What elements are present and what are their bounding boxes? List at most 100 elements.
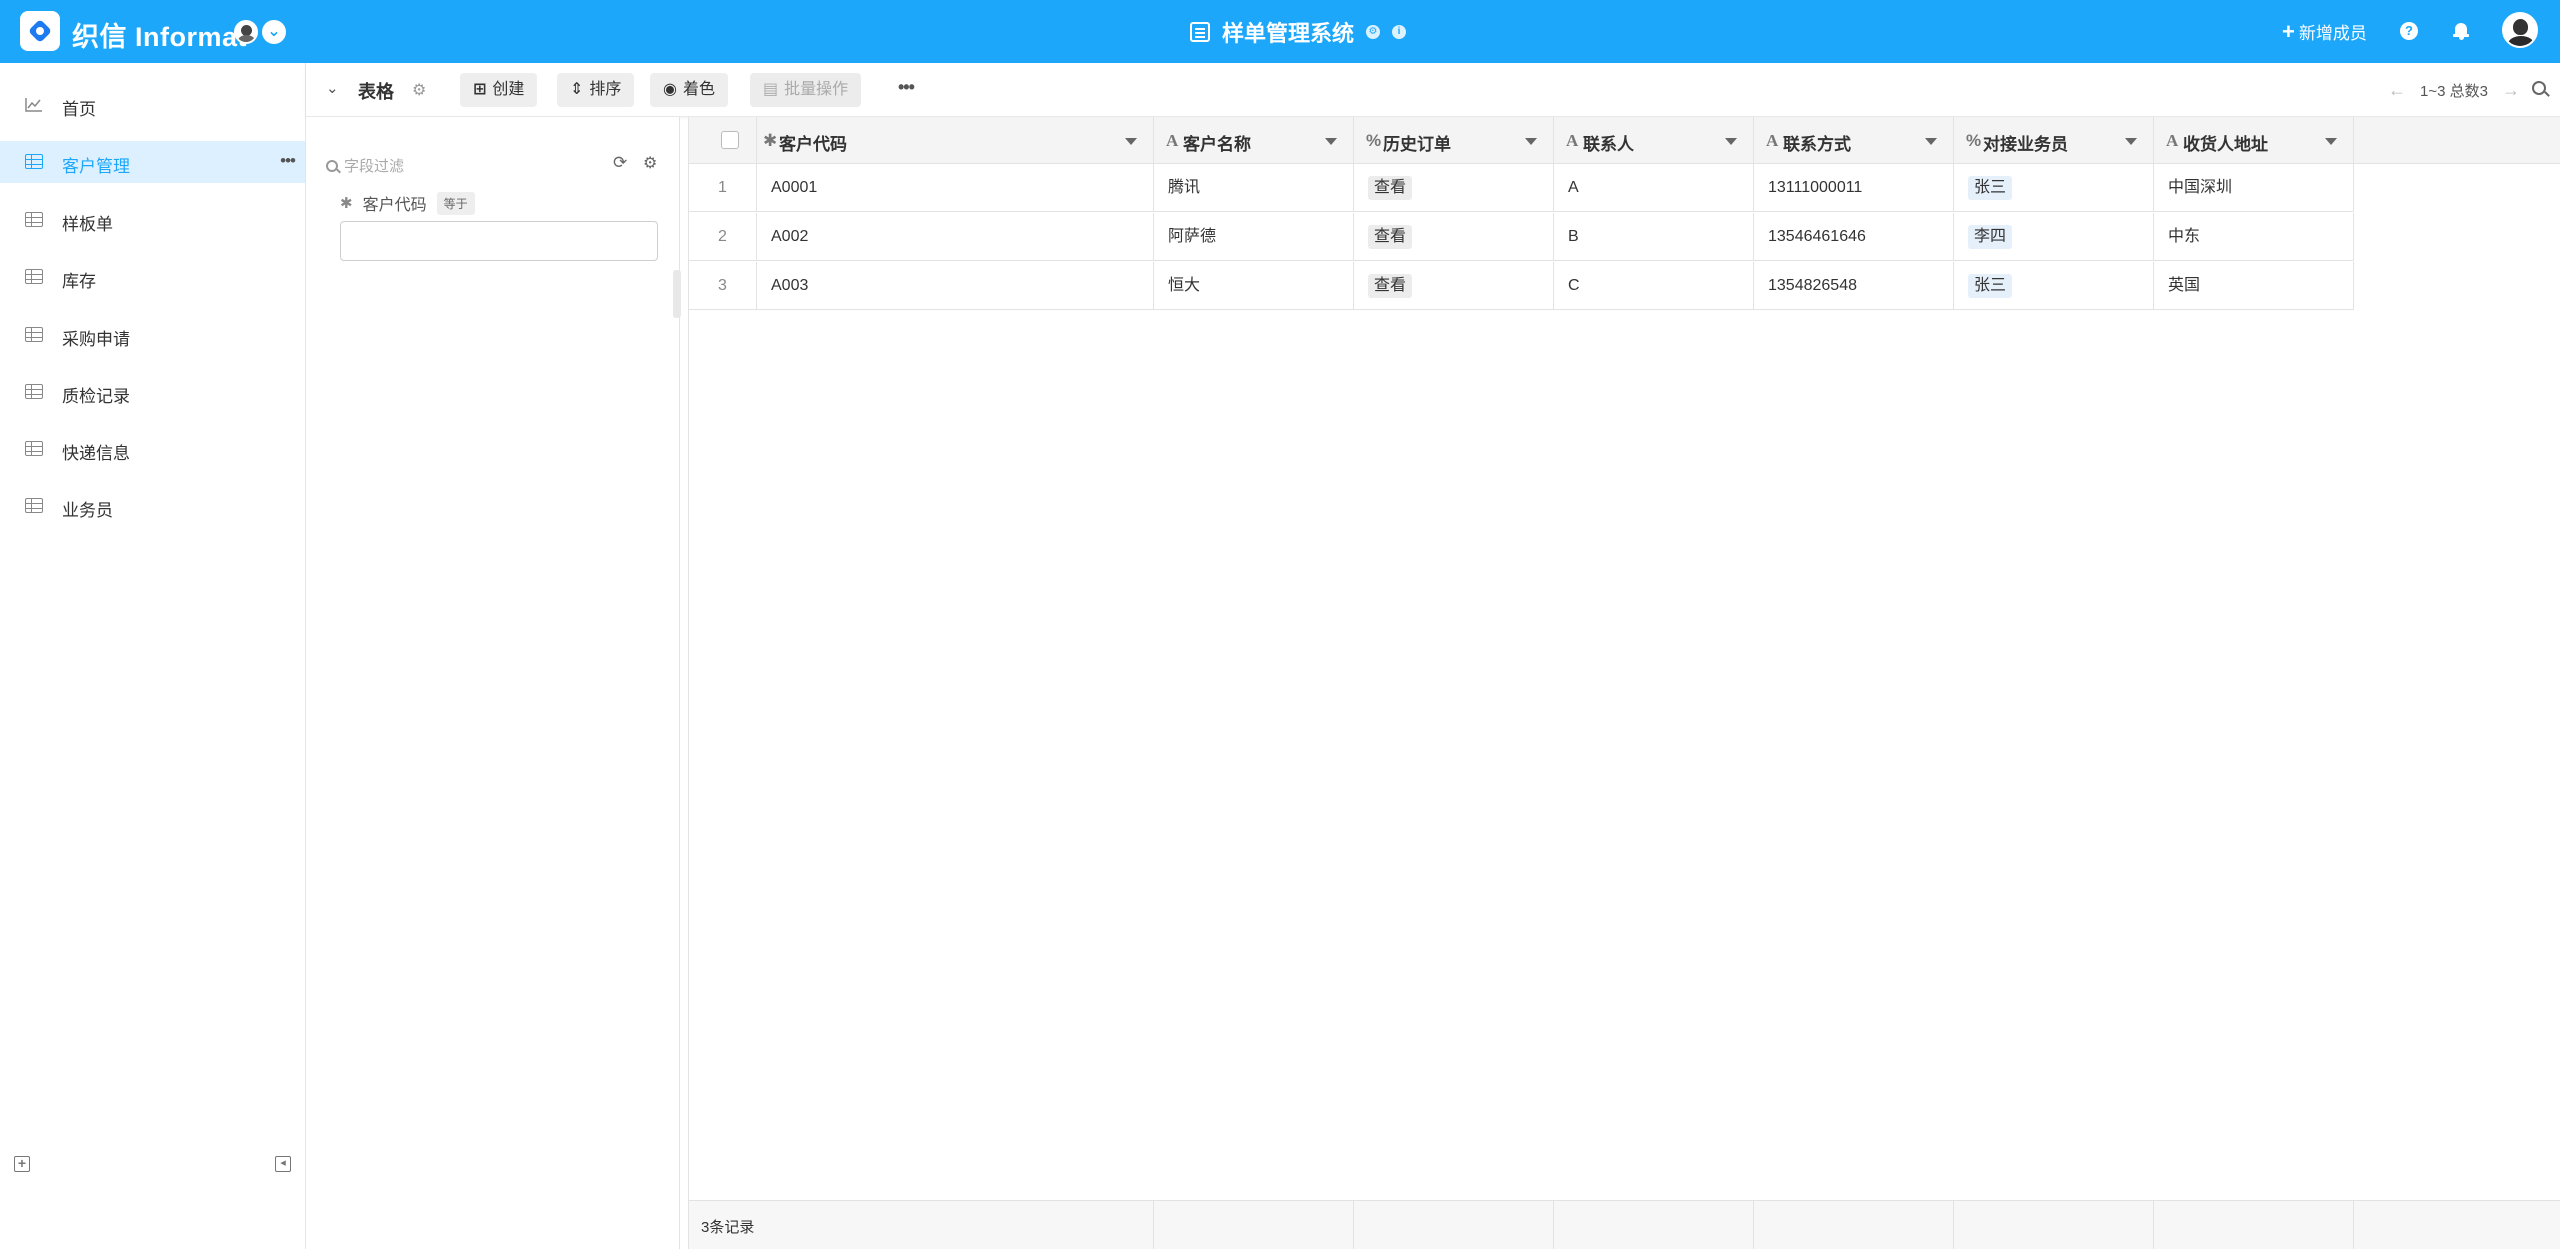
- view-title[interactable]: 表格: [358, 78, 394, 104]
- salesman-tag[interactable]: 张三: [1968, 274, 2013, 298]
- more-icon[interactable]: •••: [280, 151, 296, 171]
- cell-contact[interactable]: B: [1554, 213, 1754, 261]
- app-title[interactable]: 样单管理系统: [1222, 16, 1354, 48]
- cell-contact[interactable]: A: [1554, 164, 1754, 212]
- view-orders-link[interactable]: 查看: [1368, 274, 1413, 298]
- text-icon: A: [1166, 131, 1179, 150]
- color-button[interactable]: ◉ 着色: [650, 73, 728, 107]
- sidebar-item-customers[interactable]: 客户管理 •••: [0, 141, 305, 183]
- column-label: 联系人: [1583, 135, 1634, 154]
- batch-action-button[interactable]: ▤ 批量操作: [750, 73, 862, 107]
- cell-name[interactable]: 阿萨德: [1154, 213, 1354, 261]
- column-header-phone[interactable]: A 联系方式: [1754, 117, 1954, 164]
- column-label: 历史订单: [1383, 135, 1451, 154]
- column-header-address[interactable]: A 收货人地址: [2154, 117, 2354, 164]
- cell-address[interactable]: 中东: [2154, 213, 2354, 261]
- sidebar-item-salesmen[interactable]: 业务员: [0, 485, 305, 527]
- brand-logo-icon[interactable]: [20, 11, 60, 51]
- sort-button[interactable]: ⇕ 排序: [557, 73, 635, 107]
- column-header-orders[interactable]: % 历史订单: [1354, 117, 1554, 164]
- sidebar-item-home[interactable]: 首页: [0, 84, 305, 126]
- chevron-down-icon[interactable]: ⌄: [326, 79, 339, 97]
- cell-name[interactable]: 腾讯: [1154, 164, 1354, 212]
- collapse-sidebar-icon[interactable]: ◂: [275, 1156, 291, 1172]
- salesman-tag[interactable]: 张三: [1968, 176, 2013, 200]
- gear-icon[interactable]: ⚙: [643, 153, 657, 173]
- app-info-icon[interactable]: i: [1392, 25, 1407, 39]
- view-orders-link[interactable]: 查看: [1368, 176, 1413, 200]
- user-avatar[interactable]: [2502, 12, 2538, 48]
- sidebar-item-express[interactable]: 快递信息: [0, 428, 305, 470]
- prev-page-icon[interactable]: ←: [2388, 80, 2406, 101]
- dropdown-circle-icon[interactable]: ⌄: [262, 20, 286, 44]
- field-filter-placeholder: 字段过滤: [344, 158, 405, 175]
- field-filter-search[interactable]: 字段过滤: [326, 155, 404, 176]
- caret-down-icon[interactable]: [1125, 138, 1137, 145]
- cell-phone[interactable]: 1354826548: [1754, 262, 1954, 310]
- new-member-button[interactable]: + 新增成员: [2282, 19, 2367, 44]
- table-row[interactable]: 3 A003 恒大 查看 C 1354826548 张三 英国: [689, 262, 2354, 310]
- bell-icon[interactable]: [2452, 22, 2470, 40]
- column-header-name[interactable]: A 客户名称: [1154, 117, 1354, 164]
- cell-orders[interactable]: 查看: [1354, 213, 1554, 261]
- sidebar-item-purchase[interactable]: 采购申请: [0, 314, 305, 356]
- team-avatar-icon[interactable]: [234, 20, 258, 44]
- batch-label: 批量操作: [784, 81, 849, 98]
- cell-orders[interactable]: 查看: [1354, 262, 1554, 310]
- view-settings-icon[interactable]: ⚙: [412, 80, 426, 100]
- cell-orders[interactable]: 查看: [1354, 164, 1554, 212]
- cell-name[interactable]: 恒大: [1154, 262, 1354, 310]
- caret-down-icon[interactable]: [2325, 138, 2337, 145]
- caret-down-icon[interactable]: [2125, 138, 2137, 145]
- table-row[interactable]: 1 A0001 腾讯 查看 A 13111000011 张三 中国深圳: [689, 164, 2354, 212]
- caret-down-icon[interactable]: [1525, 138, 1537, 145]
- panel-splitter-handle[interactable]: [673, 270, 681, 318]
- table-header: ✱ 客户代码 A 客户名称 % 历史订单 A 联系人 A 联系方式 % 对接业务…: [689, 117, 2560, 164]
- view-orders-link[interactable]: 查看: [1368, 225, 1413, 249]
- refresh-icon[interactable]: ⟳: [613, 153, 627, 173]
- cell-phone[interactable]: 13111000011: [1754, 164, 1954, 212]
- chart-line-icon: [25, 98, 42, 112]
- sidebar: 首页 客户管理 ••• 样板单 库存 采购申请 质检记录 快递信息 业务员 + …: [0, 63, 306, 1249]
- cell-sales[interactable]: 李四: [1954, 213, 2154, 261]
- cell-code[interactable]: A002: [757, 213, 1154, 261]
- sidebar-item-qc[interactable]: 质检记录: [0, 371, 305, 413]
- filter-value-input[interactable]: [340, 221, 658, 261]
- asterisk-icon: ✱: [763, 131, 778, 150]
- help-icon[interactable]: ?: [2400, 22, 2418, 40]
- footer-cell: [1354, 1201, 1554, 1249]
- caret-down-icon[interactable]: [1325, 138, 1337, 145]
- sidebar-item-label: 质检记录: [62, 387, 130, 406]
- select-all-checkbox[interactable]: [721, 131, 739, 149]
- caret-down-icon[interactable]: [1725, 138, 1737, 145]
- column-header-code[interactable]: ✱ 客户代码: [757, 117, 1154, 164]
- row-index: 3: [689, 262, 757, 310]
- column-header-sales[interactable]: % 对接业务员: [1954, 117, 2154, 164]
- sidebar-item-sample-orders[interactable]: 样板单: [0, 199, 305, 241]
- salesman-tag[interactable]: 李四: [1968, 225, 2013, 249]
- add-module-icon[interactable]: +: [14, 1156, 30, 1172]
- cell-sales[interactable]: 张三: [1954, 164, 2154, 212]
- column-label: 客户名称: [1183, 135, 1251, 154]
- cell-code[interactable]: A003: [757, 262, 1154, 310]
- sort-label: 排序: [589, 81, 622, 98]
- batch-icon: ▤: [763, 81, 779, 98]
- search-icon[interactable]: [2532, 81, 2546, 95]
- cell-sales[interactable]: 张三: [1954, 262, 2154, 310]
- cell-contact[interactable]: C: [1554, 262, 1754, 310]
- create-button[interactable]: ⊞ 创建: [460, 73, 538, 107]
- sidebar-item-inventory[interactable]: 库存: [0, 256, 305, 298]
- next-page-icon[interactable]: →: [2502, 80, 2520, 101]
- sidebar-item-label: 库存: [62, 272, 96, 291]
- cell-address[interactable]: 英国: [2154, 262, 2354, 310]
- more-icon[interactable]: •••: [898, 77, 915, 98]
- record-count: 3条记录: [701, 1219, 755, 1236]
- caret-down-icon[interactable]: [1925, 138, 1937, 145]
- table-row[interactable]: 2 A002 阿萨德 查看 B 13546461646 李四 中东: [689, 213, 2354, 261]
- column-header-contact[interactable]: A 联系人: [1554, 117, 1754, 164]
- app-settings-icon[interactable]: ⚙: [1366, 25, 1381, 39]
- cell-code[interactable]: A0001: [757, 164, 1154, 212]
- cell-address[interactable]: 中国深圳: [2154, 164, 2354, 212]
- cell-phone[interactable]: 13546461646: [1754, 213, 1954, 261]
- filter-operator[interactable]: 等于: [436, 191, 475, 215]
